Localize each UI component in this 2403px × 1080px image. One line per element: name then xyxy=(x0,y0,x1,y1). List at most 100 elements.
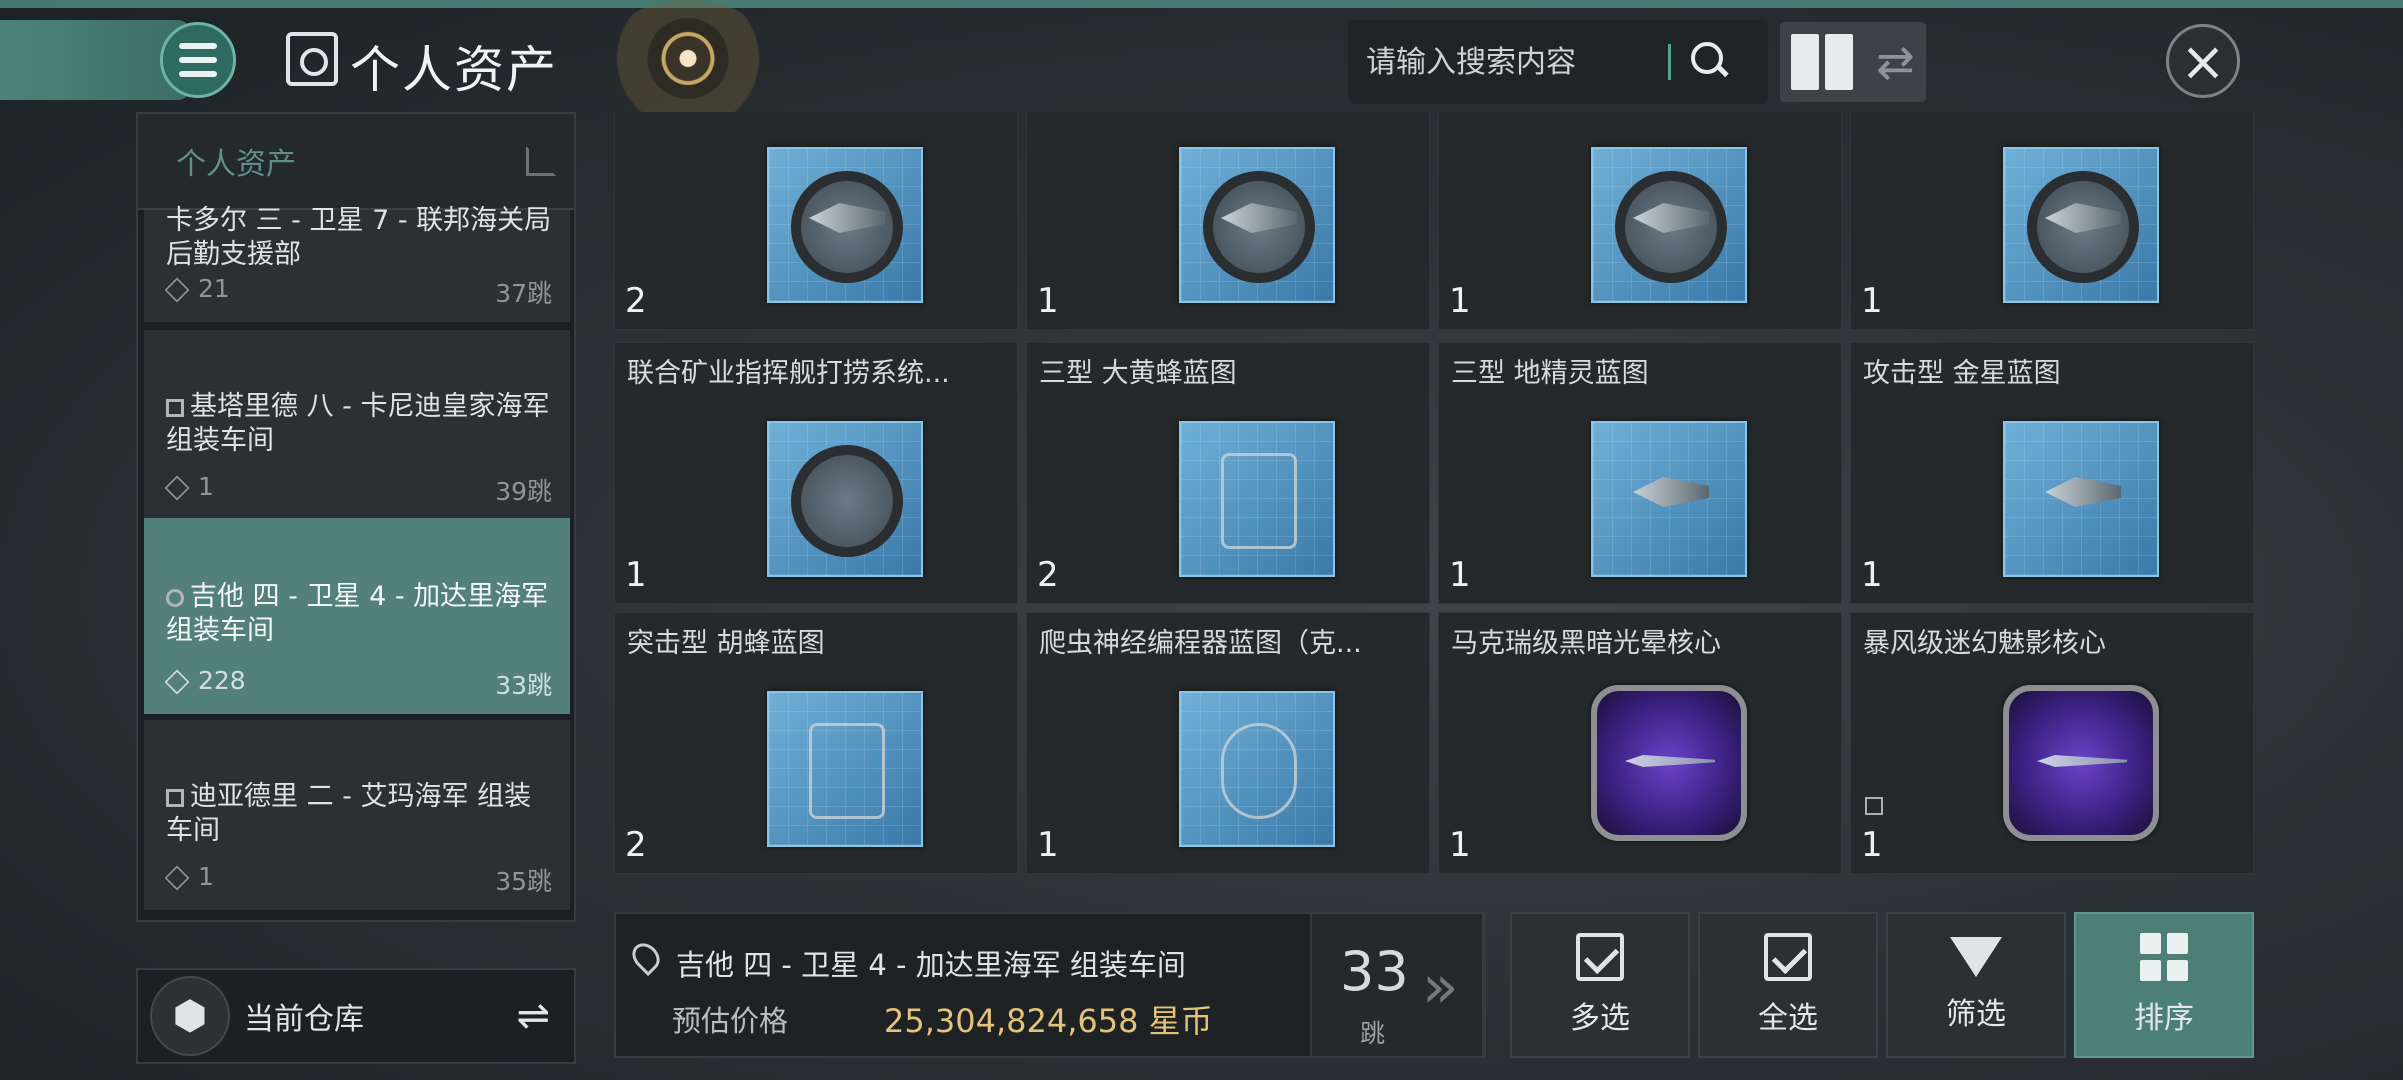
location-item-selected[interactable]: 吉他 四 - 卫星 4 - 加达里海军 组装车间 228 33跳 xyxy=(144,518,570,714)
location-meta: 1 35跳 xyxy=(164,862,552,898)
search-divider xyxy=(1668,44,1671,80)
item-card[interactable]: 突击型 胡蜂蓝图 2 xyxy=(614,612,1018,874)
filter-button[interactable]: 筛选 xyxy=(1886,912,2066,1058)
edit-icon[interactable] xyxy=(526,146,556,176)
item-card[interactable]: 1 xyxy=(1026,112,1430,330)
item-name: 突击型 胡蜂蓝图 xyxy=(627,628,825,659)
item-quantity: 2 xyxy=(625,281,647,321)
item-name: 暴风级迷幻魅影核心 xyxy=(1863,628,2106,659)
item-card[interactable]: 1 xyxy=(1850,112,2254,330)
item-card[interactable]: 1 xyxy=(1438,112,1842,330)
item-thumbnail xyxy=(2003,147,2159,303)
location-meta: 21 37跳 xyxy=(164,274,552,310)
sort-button[interactable]: 排序 xyxy=(2074,912,2254,1058)
orb-icon[interactable] xyxy=(598,0,778,130)
sidebar-title: 个人资产 xyxy=(176,147,296,182)
blueprint-icon xyxy=(1221,453,1297,549)
item-quantity: 1 xyxy=(1861,281,1883,321)
station-icon xyxy=(166,788,184,807)
item-card[interactable]: 三型 大黄蜂蓝图 2 xyxy=(1026,342,1430,604)
user-icon xyxy=(166,588,184,607)
swap-icon[interactable]: ⇄ xyxy=(1876,35,1915,89)
item-card[interactable]: 爬虫神经编程器蓝图（克... 1 xyxy=(1026,612,1430,874)
location-item[interactable]: 卡多尔 三 - 卫星 7 - 联邦海关局 后勤支援部 21 37跳 xyxy=(144,205,570,322)
item-count: 1 xyxy=(198,862,214,891)
multi-select-button[interactable]: 多选 xyxy=(1510,912,1690,1058)
price-value: 25,304,824,658 星币 xyxy=(884,1002,1213,1040)
drone-icon xyxy=(2045,477,2121,507)
location-name: 基塔里德 八 - 卡尼迪皇家海军 组装车间 xyxy=(166,391,550,456)
page-title: 个人资产 xyxy=(350,41,558,99)
select-all-icon xyxy=(1764,933,1812,981)
item-grid: 2 1 1 1 联合矿业指挥舰打捞系统... 1 三型 大黄蜂蓝图 2 三型 地… xyxy=(614,112,2254,876)
warehouse-label: 当前仓库 xyxy=(244,1002,364,1037)
item-quantity: 1 xyxy=(1449,825,1471,865)
jump-count: 39跳 xyxy=(495,477,552,506)
item-thumbnail xyxy=(1179,691,1335,847)
item-thumbnail xyxy=(767,421,923,577)
item-count: 228 xyxy=(198,666,246,695)
select-all-button[interactable]: 全选 xyxy=(1698,912,1878,1058)
chevron-right-icon: » xyxy=(1422,952,1459,1022)
station-icon xyxy=(166,398,184,417)
item-quantity: 2 xyxy=(625,825,647,865)
item-quantity: 2 xyxy=(1037,555,1059,595)
location-meta: 228 33跳 xyxy=(164,666,552,702)
hamburger-icon xyxy=(179,39,217,81)
filter-label: 筛选 xyxy=(1946,997,2006,1032)
warehouse-cube-icon: ⬢ xyxy=(150,976,230,1056)
item-card[interactable]: 暴风级迷幻魅影核心 1 xyxy=(1850,612,2254,874)
item-thumbnail xyxy=(1179,421,1335,577)
item-thumbnail xyxy=(2003,421,2159,577)
price-label: 预估价格 xyxy=(672,1004,789,1038)
item-quantity: 1 xyxy=(1449,281,1471,321)
item-quantity: 1 xyxy=(1861,825,1883,865)
sidebar-header: 个人资产 xyxy=(138,114,574,210)
item-name: 爬虫神经编程器蓝图（克... xyxy=(1039,628,1362,659)
close-button[interactable]: × xyxy=(2166,24,2240,98)
item-thumbnail xyxy=(1591,685,1747,841)
current-warehouse-bar[interactable]: ⬢ 当前仓库 ⇌ xyxy=(136,968,576,1064)
item-card[interactable]: 2 xyxy=(614,112,1018,330)
location-item[interactable]: 迪亚德里 二 - 艾玛海军 组装车间 1 35跳 xyxy=(144,720,570,910)
item-name: 马克瑞级黑暗光晕核心 xyxy=(1451,628,1721,659)
location-name: 卡多尔 三 - 卫星 7 - 联邦海关局 后勤支援部 xyxy=(166,205,552,270)
sort-label: 排序 xyxy=(2134,1001,2194,1036)
view-toggle[interactable]: ⇄ xyxy=(1780,22,1926,102)
search-icon[interactable] xyxy=(1689,40,1733,84)
search-box xyxy=(1348,20,1768,104)
item-card[interactable]: 马克瑞级黑暗光晕核心 1 xyxy=(1438,612,1842,874)
item-thumbnail xyxy=(767,691,923,847)
jump-button[interactable]: 33 跳 » xyxy=(1310,912,1484,1058)
select-all-label: 全选 xyxy=(1758,1001,1818,1036)
item-card[interactable]: 攻击型 金星蓝图 1 xyxy=(1850,342,2254,604)
item-name: 联合矿业指挥舰打捞系统... xyxy=(627,358,950,389)
jump-count: 33 xyxy=(1340,940,1409,1003)
core-icon xyxy=(1625,755,1715,767)
item-name: 攻击型 金星蓝图 xyxy=(1863,358,2061,389)
location-pin-icon xyxy=(626,937,666,977)
menu-button[interactable] xyxy=(160,22,236,98)
search-input[interactable] xyxy=(1348,44,1668,80)
switch-icon[interactable]: ⇌ xyxy=(516,993,550,1039)
core-icon xyxy=(2037,755,2127,767)
grid-view-icon[interactable] xyxy=(1791,34,1854,90)
jump-unit: 跳 xyxy=(1360,1019,1386,1048)
drone-icon xyxy=(1633,477,1709,507)
close-icon: × xyxy=(2180,29,2226,93)
item-card[interactable]: 三型 地精灵蓝图 1 xyxy=(1438,342,1842,604)
location-item[interactable]: 基塔里德 八 - 卡尼迪皇家海军 组装车间 1 39跳 xyxy=(144,330,570,520)
sort-icon xyxy=(2140,933,2188,981)
item-card[interactable]: 联合矿业指挥舰打捞系统... 1 xyxy=(614,342,1018,604)
item-thumbnail xyxy=(1591,421,1747,577)
item-quantity: 1 xyxy=(1861,555,1883,595)
blueprint-icon xyxy=(809,723,885,819)
item-thumbnail xyxy=(1179,147,1335,303)
item-quantity: 1 xyxy=(1037,825,1059,865)
cube-icon xyxy=(164,865,190,891)
top-accent-bar xyxy=(0,0,2403,8)
item-thumbnail xyxy=(767,147,923,303)
item-name: 三型 地精灵蓝图 xyxy=(1451,358,1649,389)
jump-count: 33跳 xyxy=(495,671,552,700)
location-name: 吉他 四 - 卫星 4 - 加达里海军 组装车间 xyxy=(676,948,1186,982)
